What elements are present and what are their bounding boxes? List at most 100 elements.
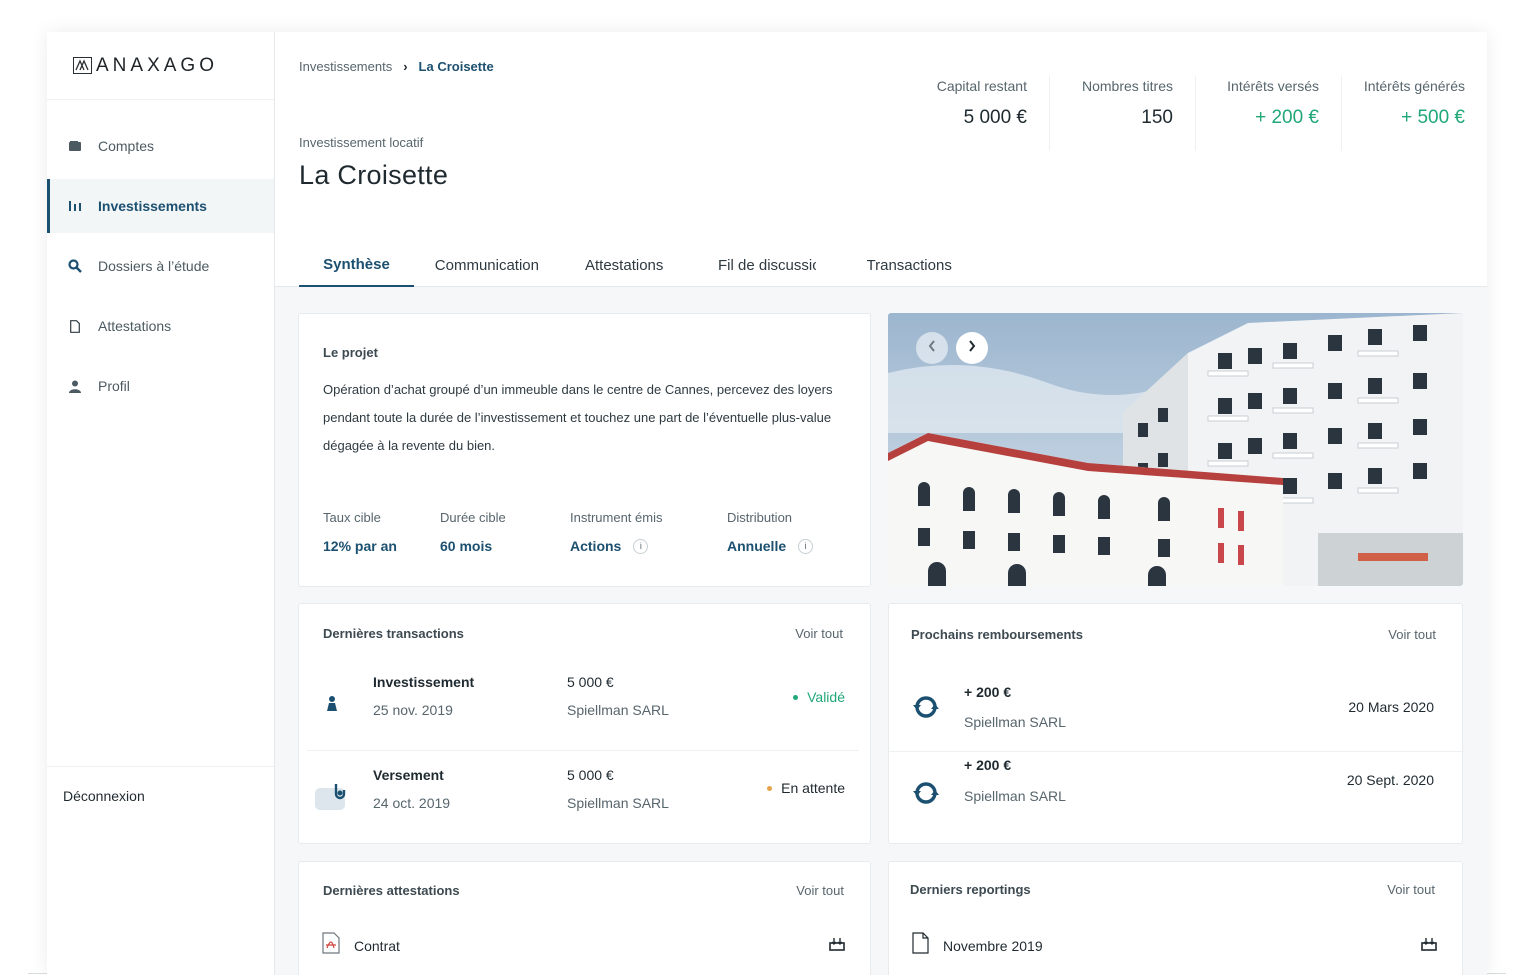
- tab-label: Fil de discussion: [718, 257, 816, 274]
- sidebar-item-label: Profil: [98, 378, 130, 394]
- kpi-value: 12% par an: [323, 538, 397, 554]
- see-all-link[interactable]: Voir tout: [1388, 627, 1436, 642]
- sidebar-nav: Comptes Investissements Dossiers à l’étu…: [47, 100, 274, 413]
- transaction-date: 24 oct. 2019: [373, 795, 451, 811]
- status-text: Validé: [807, 689, 845, 705]
- breadcrumb-current: La Croisette: [418, 59, 494, 74]
- kpi-duree-cible: Durée cible 60 mois: [440, 510, 506, 554]
- info-icon[interactable]: i: [798, 538, 814, 554]
- repayment-row[interactable]: + 200 € Spiellman SARL 20 Sept. 2020: [889, 752, 1464, 838]
- tab-transactions[interactable]: Transactions: [842, 244, 977, 287]
- transactions-card: Dernières transactions Voir tout Investi…: [298, 603, 871, 844]
- tab-attestations[interactable]: Attestations: [560, 244, 692, 287]
- repayment-row[interactable]: + 200 € Spiellman SARL 20 Mars 2020: [889, 666, 1464, 752]
- document-icon: [912, 932, 929, 959]
- attestation-item[interactable]: Contrat: [322, 932, 400, 959]
- attestations-card: Dernières attestations Voir tout Contrat: [298, 861, 871, 975]
- stat-label: Intérêts versés: [1227, 78, 1319, 94]
- card-title: Derniers reportings: [910, 882, 1031, 897]
- transaction-counterparty: Spiellman SARL: [567, 702, 669, 718]
- see-all-link[interactable]: Voir tout: [795, 626, 843, 641]
- page-subtitle: Investissement locatif: [299, 135, 424, 150]
- sidebar-item-label: Comptes: [98, 138, 155, 154]
- user-icon: [67, 378, 83, 394]
- stat-label: Nombres titres: [1081, 78, 1173, 94]
- reporting-item[interactable]: Novembre 2019: [912, 932, 1043, 959]
- bar-chart-icon: [67, 198, 83, 214]
- stat-nombres-titres: Nombres titres 150: [1049, 76, 1195, 151]
- page-title: La Croisette: [299, 160, 449, 190]
- repayment-counterparty: Spiellman SARL: [964, 788, 1066, 804]
- wallet-icon: [67, 138, 83, 154]
- sidebar-item-label: Investissements: [98, 198, 207, 214]
- repayments-card: Prochains remboursements Voir tout + 200…: [888, 603, 1464, 844]
- sidebar-item-dossiers[interactable]: Dossiers à l’étude: [47, 239, 274, 293]
- repayment-counterparty: Spiellman SARL: [964, 714, 1066, 730]
- transfer-icon: [315, 780, 349, 814]
- kpi-instrument: Instrument émis Actions i: [570, 510, 680, 554]
- kpi-value-text: Actions: [570, 538, 622, 554]
- app-window: ANAXAGO Comptes Investissements Dossiers…: [47, 32, 1487, 975]
- stat-interets-generes: Intérêts générés + 500 €: [1341, 76, 1487, 151]
- brand-logo[interactable]: ANAXAGO: [47, 32, 274, 100]
- tab-label: Communication: [435, 257, 539, 274]
- carousel-prev-button[interactable]: [916, 332, 948, 364]
- transaction-amount: 5 000 €: [567, 674, 614, 690]
- refresh-cycle-icon: [913, 781, 939, 810]
- tab-fil-de-discussion[interactable]: Fil de discussion: [692, 244, 842, 287]
- tab-label: Attestations: [585, 257, 664, 274]
- logout-link[interactable]: Déconnexion: [47, 766, 274, 804]
- sidebar: ANAXAGO Comptes Investissements Dossiers…: [47, 32, 275, 975]
- status-dot: [793, 694, 799, 700]
- card-title: Dernières transactions: [323, 626, 464, 641]
- breadcrumb-root[interactable]: Investissements: [299, 59, 392, 74]
- kpi-label: Instrument émis: [570, 510, 663, 525]
- sidebar-item-investissements[interactable]: Investissements: [47, 179, 274, 233]
- sidebar-item-label: Attestations: [98, 318, 172, 334]
- chevron-right-icon: [968, 339, 976, 357]
- kpi-value: 60 mois: [440, 538, 506, 554]
- sidebar-item-comptes[interactable]: Comptes: [47, 119, 274, 173]
- repayment-date: 20 Sept. 2020: [1346, 772, 1434, 788]
- kpi-distribution: Distribution Annuelle i: [727, 510, 814, 554]
- sidebar-item-attestations[interactable]: Attestations: [47, 299, 274, 353]
- sidebar-item-label: Dossiers à l’étude: [98, 258, 210, 274]
- download-icon[interactable]: [829, 937, 845, 956]
- kpi-label: Taux cible: [323, 510, 381, 525]
- card-title: Dernières attestations: [323, 883, 460, 898]
- kpi-value-text: Annuelle: [727, 538, 787, 554]
- stat-label: Capital restant: [936, 78, 1027, 94]
- transaction-counterparty: Spiellman SARL: [567, 795, 669, 811]
- repayment-amount: + 200 €: [964, 684, 1012, 700]
- see-all-link[interactable]: Voir tout: [1387, 882, 1435, 897]
- tab-communication[interactable]: Communication: [414, 244, 560, 287]
- tab-label: Synthèse: [323, 256, 390, 273]
- transaction-row[interactable]: Investissement 25 nov. 2019 5 000 € Spie…: [307, 659, 859, 751]
- brand-name: ANAXAGO: [96, 54, 218, 76]
- info-icon[interactable]: i: [633, 538, 649, 554]
- kpi-value: Annuelle i: [727, 538, 814, 554]
- stats-summary: Capital restant 5 000 € Nombres titres 1…: [903, 76, 1487, 151]
- status-badge: En attente: [767, 780, 845, 796]
- logo-mark-icon: [73, 57, 92, 74]
- kpi-label: Distribution: [727, 510, 793, 525]
- page-header: Investissements › La Croisette Investiss…: [275, 32, 1487, 287]
- tab-label: Transactions: [866, 257, 952, 274]
- status-dot: [767, 785, 773, 791]
- attestation-label: Contrat: [354, 937, 400, 954]
- carousel-next-button[interactable]: [956, 332, 988, 364]
- see-all-link[interactable]: Voir tout: [796, 883, 844, 898]
- document-icon: [67, 318, 83, 334]
- property-photo-carousel: [888, 313, 1463, 586]
- kpi-value-text: 12% par an: [323, 538, 397, 554]
- transaction-row[interactable]: Versement 24 oct. 2019 5 000 € Spiellman…: [307, 752, 859, 844]
- sidebar-item-profil[interactable]: Profil: [47, 359, 274, 413]
- repayment-amount: + 200 €: [964, 757, 1012, 773]
- stat-value: 5 000 €: [963, 107, 1027, 128]
- stat-value: + 200 €: [1255, 107, 1319, 128]
- tab-synthese[interactable]: Synthèse: [299, 244, 414, 287]
- chevron-left-icon: [928, 339, 936, 357]
- stat-interets-verses: Intérêts versés + 200 €: [1195, 76, 1341, 151]
- download-icon[interactable]: [1421, 937, 1437, 956]
- stat-label: Intérêts générés: [1363, 78, 1465, 94]
